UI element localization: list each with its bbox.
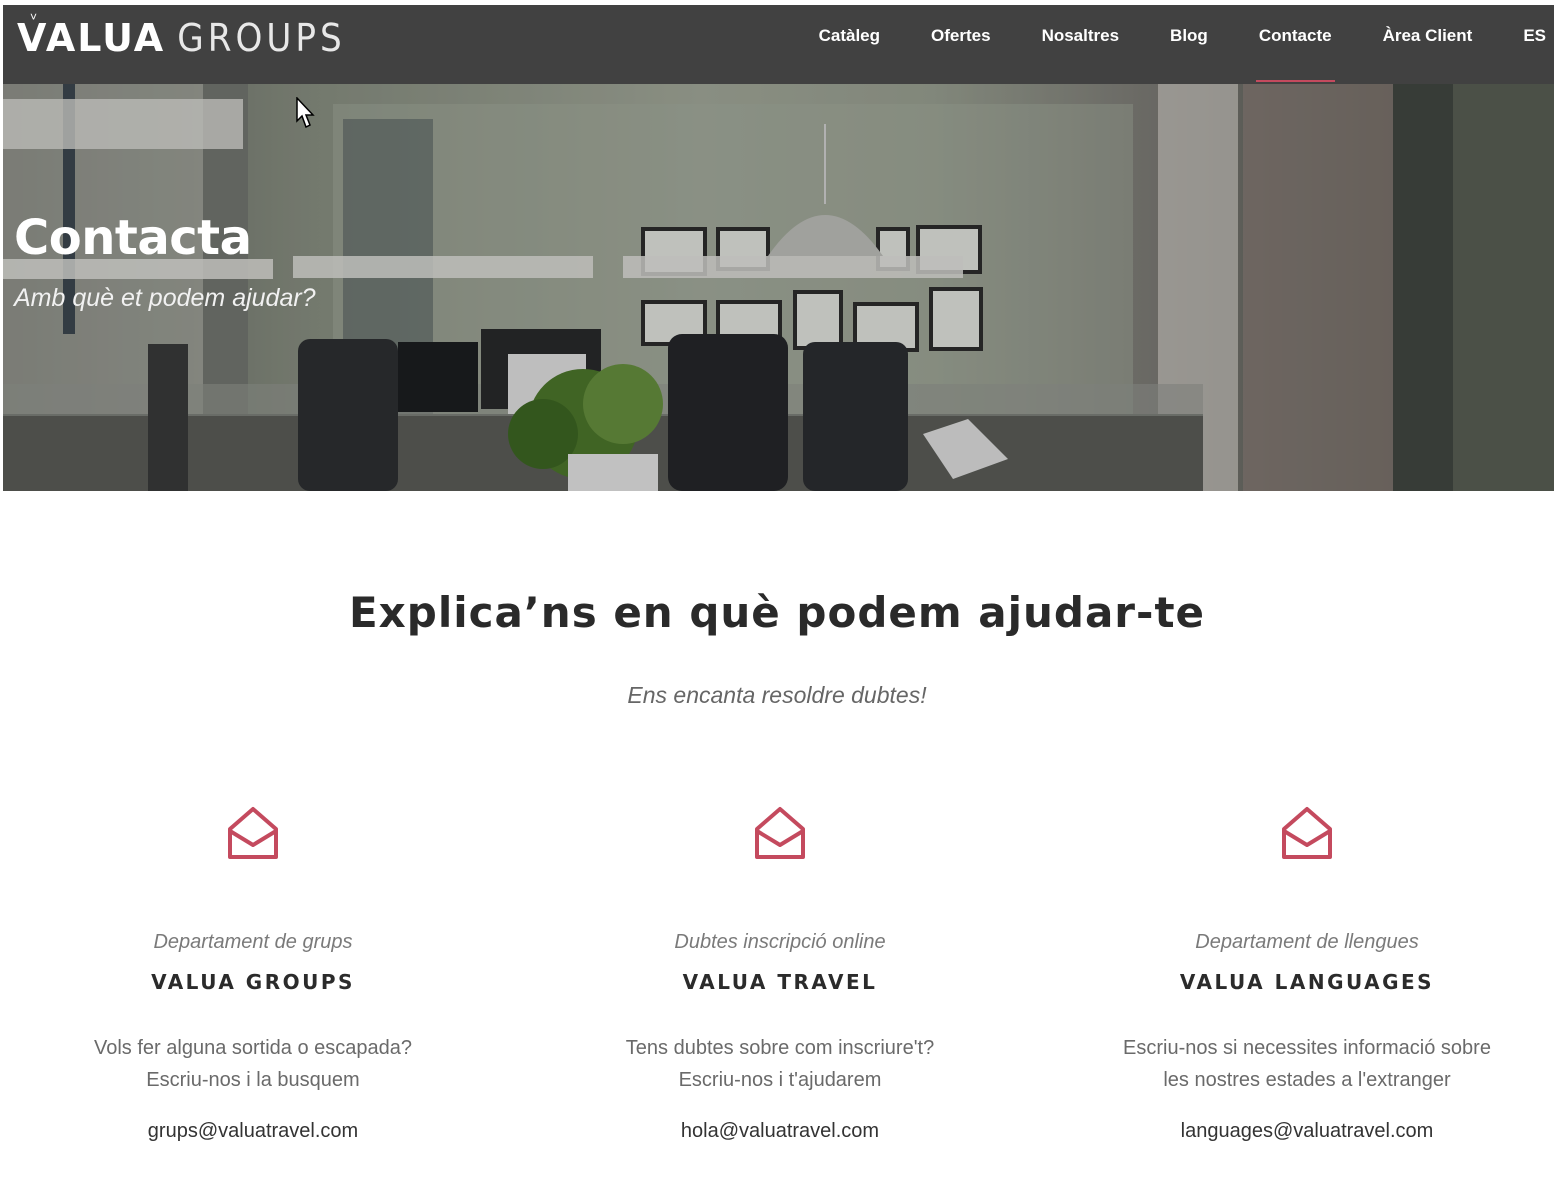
card-description-line: Escriu-nos i la busquem [146,1069,360,1091]
logo-primary: VALUA [17,16,166,60]
open-envelope-icon [228,807,278,859]
card-name: VALUA TRAVEL [682,970,878,994]
main-nav: Catàleg Ofertes Nosaltres Blog Contacte … [768,5,1546,84]
hero-subtitle: Amb què et podem ajudar? [14,284,316,312]
card-email-link[interactable]: languages@valuatravel.com [1077,1120,1537,1143]
card-description: Tens dubtes sobre com inscriure't? Escri… [550,1032,1010,1096]
site-logo[interactable]: ˅ VALUA GROUPS [17,10,346,60]
card-description: Vols fer alguna sortida o escapada? Escr… [23,1032,483,1096]
card-kicker: Departament de llengues [1195,931,1419,953]
site-header: ˅ VALUA GROUPS Catàleg Ofertes Nosaltres… [3,5,1554,84]
hero-banner: Contacta Amb què et podem ajudar? [3,84,1554,491]
card-email-link[interactable]: hola@valuatravel.com [550,1120,1010,1143]
card-description-line: les nostres estades a l'extranger [1163,1069,1451,1091]
nav-item-blog[interactable]: Blog [1170,5,1208,84]
card-email-link[interactable]: grups@valuatravel.com [23,1120,483,1143]
open-envelope-icon [755,807,805,859]
card-kicker: Departament de grups [153,931,353,953]
contact-card-groups: Departament de grups VALUA GROUPS Vols f… [23,805,483,1143]
card-name: VALUA GROUPS [151,970,355,994]
contact-card-travel: Dubtes inscripció online VALUA TRAVEL Te… [550,805,1010,1143]
card-kicker: Dubtes inscripció online [674,931,886,953]
logo-mark-icon: ˅ [30,10,38,24]
nav-item-nosaltres[interactable]: Nosaltres [1042,5,1119,84]
logo-secondary: GROUPS [177,16,346,60]
card-name: VALUA LANGUAGES [1179,970,1435,994]
mouse-cursor-icon [296,97,315,129]
language-switch[interactable]: ES [1523,5,1546,84]
card-description-line: Tens dubtes sobre com inscriure't? [625,1037,935,1059]
nav-item-contacte[interactable]: Contacte [1255,5,1335,84]
hero-title: Contacta [14,210,252,266]
nav-item-area-client[interactable]: Àrea Client [1383,5,1473,84]
card-description-line: Vols fer alguna sortida o escapada? [94,1037,412,1059]
card-description: Escriu-nos si necessites informació sobr… [1077,1032,1537,1096]
open-envelope-icon [1282,807,1332,859]
card-description-line: Escriu-nos si necessites informació sobr… [1123,1037,1491,1059]
nav-item-ofertes[interactable]: Ofertes [931,5,991,84]
contact-card-languages: Departament de llengues VALUA LANGUAGES … [1077,805,1537,1143]
card-description-line: Escriu-nos i t'ajudarem [678,1069,882,1091]
section-title: Explica’ns en què podem ajudar-te [348,588,1206,637]
nav-item-cataleg[interactable]: Catàleg [819,5,880,84]
section-subtitle: Ens encanta resoldre dubtes! [627,682,927,708]
